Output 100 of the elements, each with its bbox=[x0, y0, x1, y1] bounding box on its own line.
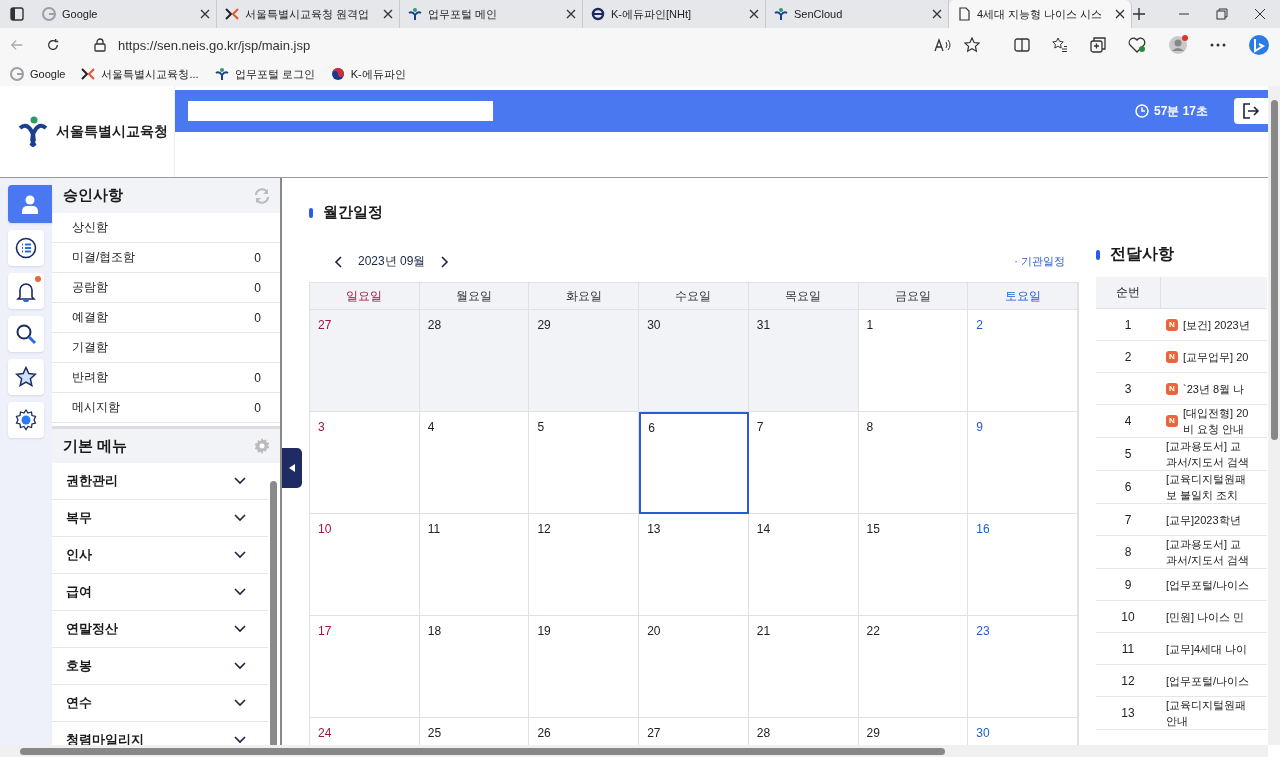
day-cell[interactable]: 27 bbox=[310, 310, 420, 412]
bookmark-link[interactable]: K-에듀파인 bbox=[330, 66, 406, 82]
browser-tab[interactable]: Google bbox=[34, 0, 217, 28]
notice-title[interactable]: [교무]4세대 나이 bbox=[1166, 640, 1248, 657]
day-cell[interactable]: 14 bbox=[748, 514, 859, 616]
menu-item[interactable]: 호봉 bbox=[52, 648, 268, 685]
collapse-panel-button[interactable] bbox=[282, 448, 302, 488]
split-screen-icon[interactable] bbox=[1014, 37, 1030, 53]
day-cell[interactable]: 13 bbox=[639, 514, 749, 616]
close-icon[interactable] bbox=[566, 9, 576, 19]
close-icon[interactable] bbox=[932, 9, 942, 19]
previous-month-icon[interactable] bbox=[334, 255, 342, 268]
day-cell[interactable]: 18 bbox=[419, 616, 530, 718]
menu-item[interactable]: 인사 bbox=[52, 537, 268, 574]
sidebar-tab[interactable] bbox=[8, 359, 44, 395]
day-cell[interactable]: 17 bbox=[310, 616, 420, 718]
day-cell[interactable]: 19 bbox=[529, 616, 640, 718]
day-cell[interactable]: 9 bbox=[968, 412, 1078, 514]
approval-item[interactable]: 공람함 0 bbox=[52, 273, 280, 303]
notice-title[interactable]: [업무포털/나이스 bbox=[1166, 576, 1250, 593]
day-cell[interactable]: 2 bbox=[968, 310, 1078, 412]
close-icon[interactable] bbox=[200, 9, 210, 19]
sidebar-tab[interactable] bbox=[8, 316, 44, 352]
bookmark-link[interactable]: 업무포털 로그인 bbox=[214, 66, 315, 82]
close-icon[interactable] bbox=[1254, 8, 1266, 20]
notice-title[interactable]: [교육디지털원패 보 불일치 조치 bbox=[1166, 471, 1247, 503]
favorites-icon[interactable] bbox=[1052, 37, 1068, 53]
bookmark-link[interactable]: 서울특별시교육청... bbox=[81, 66, 199, 82]
notice-title[interactable]: [대입전형] 20 비 요청 안내 bbox=[1183, 405, 1249, 437]
day-cell[interactable]: 20 bbox=[639, 616, 749, 718]
day-cell[interactable]: 6 bbox=[639, 412, 749, 514]
more-icon[interactable] bbox=[1210, 43, 1226, 47]
menu-item[interactable]: 복무 bbox=[52, 500, 268, 537]
horizontal-scrollbar[interactable] bbox=[0, 745, 1268, 757]
browser-tab[interactable]: 4세대 지능형 나이스 시스 bbox=[949, 0, 1132, 28]
day-cell[interactable]: 28 bbox=[419, 310, 530, 412]
notice-title[interactable]: [업무포털/나이스 bbox=[1166, 672, 1250, 689]
restore-icon[interactable] bbox=[1216, 8, 1228, 20]
next-month-icon[interactable] bbox=[441, 255, 450, 268]
menu-item[interactable]: 급여 bbox=[52, 574, 268, 611]
day-cell[interactable]: 3 bbox=[310, 412, 420, 514]
tab-actions-icon[interactable] bbox=[10, 7, 24, 21]
day-cell[interactable]: 12 bbox=[529, 514, 640, 616]
day-cell[interactable]: 7 bbox=[748, 412, 859, 514]
close-icon[interactable] bbox=[383, 9, 393, 19]
day-cell[interactable]: 29 bbox=[529, 310, 640, 412]
day-cell[interactable]: 1 bbox=[858, 310, 969, 412]
menu-item[interactable]: 연수 bbox=[52, 685, 268, 722]
notice-title[interactable]: [보건] 2023년 bbox=[1183, 316, 1250, 333]
collections-icon[interactable] bbox=[1090, 37, 1106, 53]
vertical-scrollbar[interactable] bbox=[1268, 86, 1280, 745]
day-cell[interactable]: 22 bbox=[858, 616, 969, 718]
reload-icon[interactable] bbox=[46, 37, 60, 53]
day-cell[interactable]: 30 bbox=[639, 310, 749, 412]
schedule-filter-link[interactable]: · 기관일정 bbox=[1014, 254, 1065, 269]
close-icon[interactable] bbox=[1115, 9, 1125, 19]
new-tab-icon[interactable] bbox=[1132, 7, 1146, 21]
notice-title[interactable]: `23년 8월 나 bbox=[1183, 380, 1245, 397]
browser-tab[interactable]: 업무포털 메인 bbox=[400, 0, 583, 28]
logout-button[interactable] bbox=[1234, 98, 1268, 124]
approval-item[interactable]: 예결함 0 bbox=[52, 303, 280, 333]
notice-title[interactable]: [민원] 나이스 민 bbox=[1166, 608, 1245, 625]
day-cell[interactable]: 16 bbox=[968, 514, 1078, 616]
approval-item[interactable]: 메시지함 0 bbox=[52, 393, 280, 423]
sidebar-tab[interactable] bbox=[8, 230, 44, 266]
read-aloud-icon[interactable] bbox=[934, 38, 952, 52]
day-cell[interactable]: 31 bbox=[748, 310, 859, 412]
bookmark-link[interactable]: Google bbox=[10, 67, 66, 81]
approval-item[interactable]: 반려함 0 bbox=[52, 363, 280, 393]
browser-tab[interactable]: K-에듀파인[NHt] bbox=[583, 0, 766, 28]
heart-pulse-icon[interactable] bbox=[1128, 37, 1146, 53]
notice-title[interactable]: [교육디지털원패 안내 bbox=[1166, 697, 1247, 729]
search-field[interactable] bbox=[188, 101, 493, 121]
day-cell[interactable]: 11 bbox=[419, 514, 530, 616]
sidebar-tab[interactable] bbox=[8, 402, 44, 438]
approval-item[interactable]: 미결/협조함 0 bbox=[52, 243, 280, 273]
day-cell[interactable]: 4 bbox=[419, 412, 530, 514]
sidebar-tab[interactable] bbox=[8, 273, 44, 309]
day-cell[interactable]: 23 bbox=[968, 616, 1078, 718]
day-cell[interactable]: 21 bbox=[748, 616, 859, 718]
close-icon[interactable] bbox=[749, 9, 759, 19]
profile-avatar-icon[interactable] bbox=[1168, 35, 1188, 55]
address-bar[interactable]: https://sen.neis.go.kr/jsp/main.jsp bbox=[82, 31, 992, 59]
approval-item[interactable]: 기결함 bbox=[52, 333, 280, 363]
notice-title[interactable]: [교과용도서] 교 과서/지도서 검색 bbox=[1166, 536, 1250, 568]
section-title: 기본 메뉴 bbox=[63, 436, 128, 456]
browser-tab[interactable]: 서울특별시교육청 원격업 bbox=[217, 0, 400, 28]
notice-title[interactable]: [교과용도서] 교 과서/지도서 검색 bbox=[1166, 438, 1250, 470]
menu-item[interactable]: 권한관리 bbox=[52, 463, 268, 500]
day-cell[interactable]: 15 bbox=[858, 514, 969, 616]
menu-item[interactable]: 연말정산 bbox=[52, 611, 268, 648]
copilot-logo-icon[interactable] bbox=[1248, 34, 1270, 56]
notice-title[interactable]: [교무]2023학년 bbox=[1166, 511, 1241, 528]
favorite-star-icon[interactable] bbox=[964, 37, 980, 53]
day-cell[interactable]: 8 bbox=[858, 412, 969, 514]
notice-title[interactable]: [교무업무] 20 bbox=[1183, 348, 1249, 365]
day-cell[interactable]: 10 bbox=[310, 514, 420, 616]
day-cell[interactable]: 5 bbox=[529, 412, 640, 514]
approval-item[interactable]: 상신함 bbox=[52, 213, 280, 243]
table-cell-text: 7 bbox=[1123, 512, 1133, 527]
